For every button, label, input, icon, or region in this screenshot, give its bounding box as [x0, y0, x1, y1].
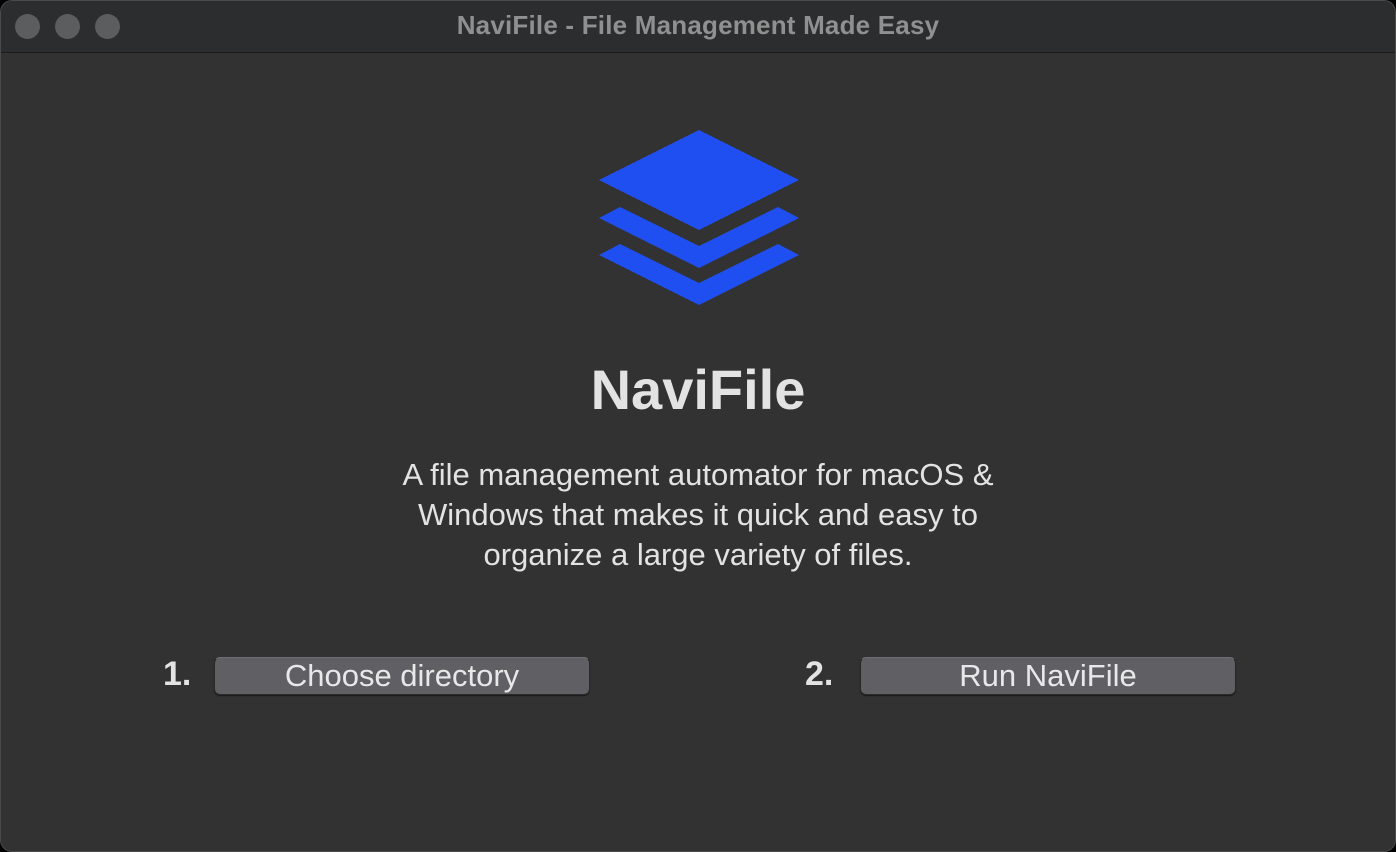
app-name-heading: NaviFile: [590, 358, 806, 421]
app-description: A file management automator for macOS & …: [1, 455, 1395, 575]
choose-directory-button[interactable]: Choose directory: [214, 657, 590, 695]
run-navifile-button[interactable]: Run NaviFile: [860, 657, 1236, 695]
step-number-2: 2.: [805, 655, 834, 693]
description-line: organize a large variety of files.: [483, 537, 913, 572]
window-title: NaviFile - File Management Made Easy: [456, 10, 940, 40]
stacked-layers-icon: [599, 130, 799, 305]
title-bar: NaviFile - File Management Made Easy: [1, 1, 1395, 53]
step-number-1: 1.: [163, 655, 192, 693]
description-line: A file management automator for macOS &: [402, 457, 994, 492]
description-line: Windows that makes it quick and easy to: [418, 497, 978, 532]
app-window: NaviFile - File Management Made Easy Nav…: [0, 0, 1396, 852]
